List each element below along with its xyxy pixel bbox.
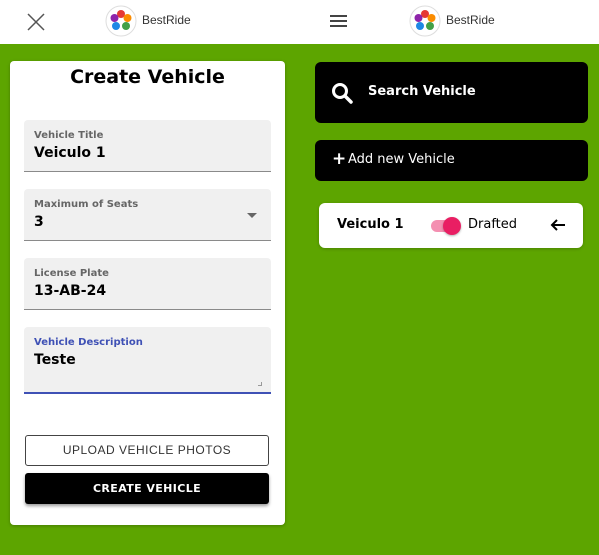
resize-handle-icon[interactable]	[258, 382, 262, 386]
vehicle-name: Veiculo 1	[337, 217, 404, 232]
plus-icon: +	[332, 149, 347, 169]
upload-photos-button[interactable]: UPLOAD VEHICLE PHOTOS	[25, 435, 269, 466]
search-icon	[332, 83, 353, 104]
add-vehicle-button[interactable]: + Add new Vehicle	[315, 140, 588, 181]
brand-name: BestRide	[446, 13, 495, 27]
field-label: Vehicle Description	[34, 337, 143, 348]
vehicle-list-item[interactable]: Veiculo 1 Drafted	[319, 203, 583, 248]
vehicle-title-field[interactable]: Vehicle Title Veiculo 1	[24, 120, 271, 172]
create-vehicle-button[interactable]: CREATE VEHICLE	[25, 473, 269, 504]
vehicle-description-field[interactable]: Vehicle Description Teste	[24, 327, 271, 394]
max-seats-select[interactable]: Maximum of Seats 3	[24, 189, 271, 241]
logo-icon	[409, 5, 441, 37]
close-icon[interactable]	[25, 11, 47, 33]
field-value[interactable]: 13-AB-24	[34, 283, 106, 299]
arrow-left-icon[interactable]	[550, 217, 566, 233]
field-value[interactable]: 3	[34, 214, 44, 230]
license-plate-field[interactable]: License Plate 13-AB-24	[24, 258, 271, 310]
vehicle-status: Drafted	[468, 217, 518, 232]
create-vehicle-card: Create Vehicle Vehicle Title Veiculo 1 M…	[10, 61, 285, 525]
field-label: Maximum of Seats	[34, 199, 139, 210]
brand-name: BestRide	[142, 13, 191, 27]
field-value[interactable]: Veiculo 1	[34, 145, 106, 161]
search-vehicle-button[interactable]: Search Vehicle	[315, 62, 588, 123]
field-label: License Plate	[34, 268, 109, 279]
form-title: Create Vehicle	[70, 66, 225, 88]
top-bar: BestRide BestRide	[0, 0, 599, 44]
search-vehicle-label: Search Vehicle	[368, 84, 476, 99]
add-vehicle-label: Add new Vehicle	[348, 152, 455, 167]
draft-toggle[interactable]	[431, 217, 461, 235]
dropdown-arrow-icon[interactable]	[247, 213, 257, 218]
hamburger-icon[interactable]	[330, 15, 347, 27]
logo-icon	[105, 5, 137, 37]
field-label: Vehicle Title	[34, 130, 104, 141]
toggle-knob	[443, 217, 461, 235]
field-value[interactable]: Teste	[34, 352, 76, 368]
